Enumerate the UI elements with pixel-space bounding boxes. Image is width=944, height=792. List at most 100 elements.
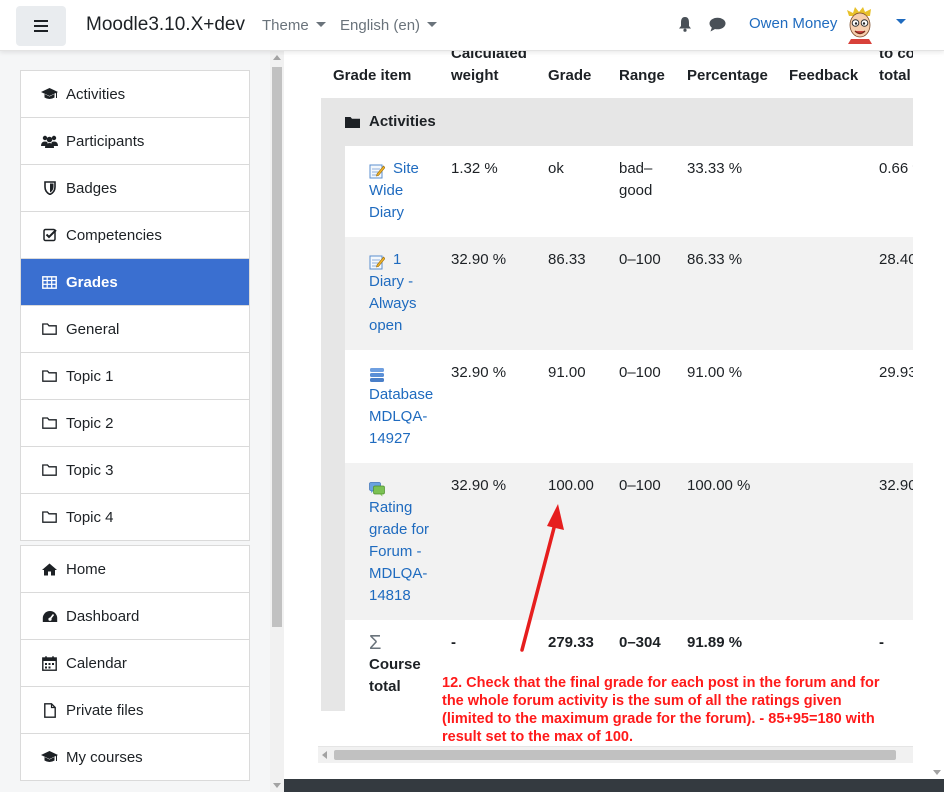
- site-brand[interactable]: Moodle3.10.X+dev: [86, 14, 245, 36]
- percentage-cell: 100.00 %: [687, 477, 751, 494]
- sidebar-scrollbar-thumb[interactable]: [272, 67, 282, 627]
- header-grade: Grade: [548, 67, 592, 84]
- grade-item-link[interactable]: Rating grade for Forum - MDLQA- 14818: [369, 497, 444, 607]
- folder-icon: [41, 510, 58, 525]
- theme-dropdown[interactable]: Theme: [262, 17, 326, 34]
- grade-cell: 100.00: [548, 477, 594, 494]
- dashboard-icon: [41, 609, 58, 624]
- grade-item-line: Diary: [369, 204, 405, 221]
- sidebar-item-label: Topic 4: [66, 508, 114, 526]
- sidebar-item-competencies[interactable]: Competencies: [21, 211, 249, 258]
- header-weight-line: weight: [451, 67, 499, 84]
- user-avatar[interactable]: [844, 6, 876, 44]
- grade-cell: ok: [548, 160, 564, 177]
- hamburger-icon: [34, 20, 48, 32]
- sidebar-item-private-files[interactable]: Private files: [21, 686, 249, 733]
- sidebar-item-label: Private files: [66, 701, 144, 719]
- theme-label: Theme: [262, 17, 309, 34]
- grade-item-line: 14927: [369, 430, 411, 447]
- range-cell: 0–100: [619, 364, 661, 381]
- grade-item-line: Always: [369, 295, 417, 312]
- weight-cell: 32.90 %: [451, 364, 507, 381]
- user-name[interactable]: Owen Money: [749, 15, 837, 32]
- sidebar-item-topic-2[interactable]: Topic 2: [21, 399, 249, 446]
- grade-item-line: 14818: [369, 587, 411, 604]
- sidebar-item-label: General: [66, 320, 120, 338]
- range-cell: 0–100: [619, 251, 661, 268]
- graduation-cap-icon: [41, 87, 58, 102]
- header-contribution: to co total: [879, 51, 913, 87]
- sidebar-item-general[interactable]: General: [21, 305, 249, 352]
- weight-cell: 32.90 %: [451, 477, 507, 494]
- header-contribution-line: total: [879, 67, 911, 84]
- header-percentage: Percentage: [687, 67, 768, 84]
- table-horizontal-scrollbar[interactable]: [318, 746, 913, 763]
- sidebar-item-my-courses[interactable]: My courses: [21, 733, 249, 780]
- category-row-activities: Activities: [321, 98, 913, 146]
- course-total-line: total: [369, 678, 401, 695]
- horizontal-scrollbar-thumb[interactable]: [334, 750, 896, 760]
- menu-toggle-button[interactable]: [16, 6, 66, 46]
- database-icon: [370, 368, 384, 382]
- grade-item-line: MDLQA-: [369, 565, 428, 582]
- sidebar-item-grades[interactable]: Grades: [21, 258, 249, 305]
- table-row: Site Wide Diary 1.32 % ok bad– good 33.3…: [345, 146, 913, 237]
- chevron-down-icon[interactable]: [896, 19, 906, 24]
- sidebar-item-calendar[interactable]: Calendar: [21, 639, 249, 686]
- sidebar-item-label: Badges: [66, 179, 117, 197]
- folder-icon: [41, 369, 58, 384]
- sidebar-item-topic-1[interactable]: Topic 1: [21, 352, 249, 399]
- chat-bubble-icon[interactable]: [709, 17, 726, 32]
- header-calculated-weight: Calculated weight: [451, 51, 527, 87]
- sidebar-item-dashboard[interactable]: Dashboard: [21, 592, 249, 639]
- sidebar-item-topic-3[interactable]: Topic 3: [21, 446, 249, 493]
- chevron-down-icon: [315, 22, 326, 27]
- grade-item-link[interactable]: Database MDLQA- 14927: [369, 384, 444, 450]
- bell-icon[interactable]: [678, 16, 692, 32]
- category-name: Activities: [369, 113, 436, 130]
- sidebar-item-participants[interactable]: Participants: [21, 117, 249, 164]
- course-total-label: Course total: [369, 654, 421, 698]
- chevron-down-icon: [427, 22, 438, 27]
- grade-item-line: Diary -: [369, 273, 414, 290]
- users-icon: [41, 134, 58, 149]
- page-scrollbar[interactable]: [930, 51, 944, 779]
- contribution-cell: 28.40: [879, 251, 913, 268]
- table-icon: [41, 275, 58, 290]
- total-contribution-cell: -: [879, 634, 884, 651]
- grade-item-link[interactable]: Site Wide Diary: [369, 158, 439, 224]
- grade-item-link[interactable]: 1 Diary - Always open: [369, 249, 439, 337]
- shield-icon: [41, 181, 58, 196]
- page-footer: [284, 779, 944, 792]
- sidebar-item-activities[interactable]: Activities: [21, 71, 249, 117]
- scroll-up-arrow-icon[interactable]: [273, 55, 281, 60]
- header-feedback: Feedback: [789, 67, 859, 84]
- total-range-cell: 0–304: [619, 634, 661, 651]
- grade-item-line: Rating: [369, 499, 413, 516]
- range-line: bad–: [619, 160, 653, 177]
- folder-icon: [41, 416, 58, 431]
- percentage-cell: 33.33 %: [687, 160, 743, 177]
- sidebar-item-label: Topic 3: [66, 461, 114, 479]
- sidebar-item-home[interactable]: Home: [21, 546, 249, 592]
- header-weight-line: Calculated: [451, 51, 527, 62]
- sidebar-item-topic-4[interactable]: Topic 4: [21, 493, 249, 540]
- folder-icon: [41, 322, 58, 337]
- sidebar-scrollbar[interactable]: [270, 51, 284, 792]
- table-row: 1 Diary - Always open 32.90 % 86.33 0–10…: [345, 237, 913, 350]
- sidebar-item-label: Topic 2: [66, 414, 114, 432]
- table-row: Rating grade for Forum - MDLQA- 14818 32…: [345, 463, 913, 620]
- sidebar-item-badges[interactable]: Badges: [21, 164, 249, 211]
- scroll-down-arrow-icon[interactable]: [933, 770, 941, 775]
- grade-item-line: Database: [369, 386, 434, 403]
- home-icon: [41, 562, 58, 577]
- sidebar-item-label: Participants: [66, 132, 145, 150]
- percentage-cell: 86.33 %: [687, 251, 743, 268]
- sidebar-item-label: Activities: [66, 85, 126, 103]
- language-dropdown[interactable]: English (en): [340, 17, 438, 34]
- scroll-down-arrow-icon[interactable]: [273, 783, 281, 788]
- course-total-line: Course: [369, 656, 421, 673]
- grade-cell: 86.33: [548, 251, 586, 268]
- grade-item-line: 1: [393, 251, 402, 268]
- scroll-left-arrow-icon[interactable]: [322, 751, 327, 759]
